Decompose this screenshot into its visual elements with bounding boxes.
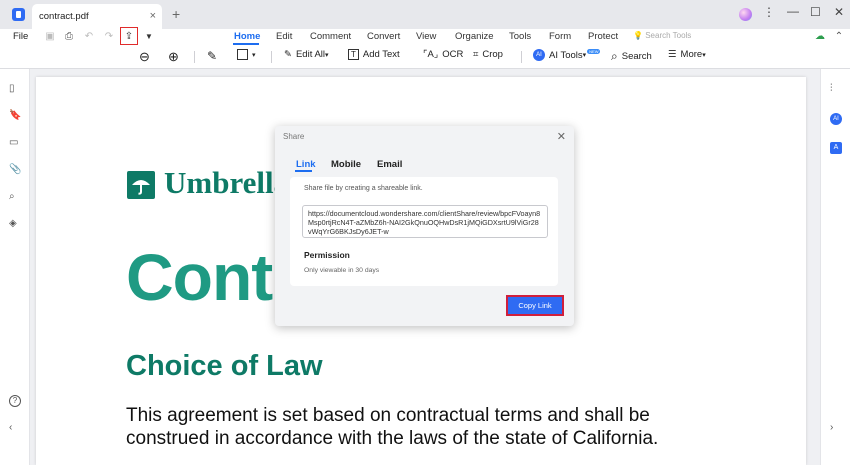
search-tools-input[interactable]: 💡 Search Tools (633, 31, 691, 40)
zoom-out-icon[interactable]: ⊖ (139, 49, 150, 65)
search-icon[interactable]: ⌕ (9, 191, 21, 203)
lightbulb-icon: 💡 (633, 31, 643, 40)
layers-icon[interactable]: ◈ (9, 218, 21, 230)
more-menu-icon: ☰ (668, 49, 677, 60)
translate-icon[interactable]: A (830, 142, 842, 154)
add-text-button[interactable]: T Add Text (348, 49, 400, 60)
cloud-sync-icon[interactable]: ☁ (813, 29, 827, 43)
ai-icon: AI (533, 49, 545, 61)
company-logo-text: Umbrella (164, 165, 290, 200)
page-thumbnail-icon[interactable]: ▯ (9, 83, 21, 95)
umbrella-logo-icon (127, 171, 155, 199)
edit-all-button[interactable]: ✎ Edit All ▾ (284, 49, 329, 60)
permission-title: Permission (304, 250, 350, 260)
ribbon-toolbar: ⊖ ⊕ ✎ ▾ ✎ Edit All ▾ T Add Text ⌜A⌟ OCR … (0, 45, 850, 69)
ai-assistant-icon[interactable]: AI (830, 113, 842, 125)
tab-link[interactable]: Link (296, 159, 316, 170)
more-label: More (680, 49, 703, 60)
tab-convert[interactable]: Convert (367, 31, 400, 42)
tab-view[interactable]: View (416, 31, 436, 42)
ocr-label: OCR (442, 49, 464, 60)
zoom-in-icon[interactable]: ⊕ (168, 49, 179, 65)
tab-organize[interactable]: Organize (455, 31, 494, 42)
undo-icon[interactable]: ↶ (82, 29, 96, 43)
permission-note: Only viewable in 30 days (304, 267, 380, 274)
options-menu-icon[interactable]: ⋮ (763, 5, 775, 19)
share-highlight-box (120, 27, 138, 45)
redo-icon[interactable]: ↷ (102, 29, 116, 43)
crop-icon: ⌗ (473, 49, 479, 60)
add-text-label: Add Text (362, 49, 400, 60)
ocr-scan-icon: ⌜A⌟ (423, 49, 439, 60)
toolbar-divider (521, 51, 522, 63)
tab-edit[interactable]: Edit (276, 31, 292, 42)
share-link-field[interactable]: https://documentcloud.wondershare.com/cl… (302, 205, 548, 238)
tab-home[interactable]: Home (234, 31, 260, 42)
close-icon[interactable]: ✕ (557, 130, 566, 143)
body-paragraph: This agreement is set based on contractu… (126, 405, 659, 449)
close-window-button[interactable]: ✕ (834, 5, 844, 19)
comment-icon[interactable]: ▭ (9, 137, 21, 149)
search-label: Search (621, 51, 652, 62)
tab-tools[interactable]: Tools (509, 31, 531, 42)
crop-label: Crop (482, 49, 503, 60)
maximize-button[interactable]: ☐ (810, 5, 821, 19)
tab-comment[interactable]: Comment (310, 31, 351, 42)
chevron-down-icon: ▾ (702, 51, 706, 59)
document-tab[interactable]: contract.pdf × (32, 4, 162, 29)
share-dialog: Share ✕ Link Mobile Email Share file by … (275, 126, 574, 326)
active-tab-indicator (295, 170, 312, 172)
avatar[interactable] (739, 8, 752, 21)
print-icon[interactable]: ⎙ (62, 29, 76, 43)
chevron-down-icon: ▾ (252, 51, 256, 59)
copy-link-button[interactable]: Copy Link (506, 295, 564, 316)
customize-quick-access-icon[interactable]: ▼ (142, 29, 156, 43)
highlight-icon[interactable]: ✎ (207, 49, 217, 63)
edit-pen-icon: ✎ (284, 49, 292, 60)
bookmark-icon[interactable]: 🔖 (9, 110, 21, 122)
collapse-ribbon-icon[interactable]: ⌃ (832, 29, 846, 43)
tab-mobile[interactable]: Mobile (331, 159, 361, 170)
right-sidebar: ⫶ AI A › (820, 69, 850, 465)
share-description: Share file by creating a shareable link. (304, 185, 423, 192)
tab-protect[interactable]: Protect (588, 31, 618, 42)
ocr-button[interactable]: ⌜A⌟ OCR (423, 49, 463, 60)
edit-all-label: Edit All (295, 49, 326, 60)
section-heading: Choice of Law (126, 350, 323, 382)
more-button[interactable]: ☰ More ▾ (668, 49, 706, 60)
help-icon[interactable]: ? (9, 395, 21, 407)
chevron-down-icon: ▾ (582, 52, 587, 59)
save-icon[interactable]: ▣ (43, 29, 57, 43)
new-badge-icon: NEW (587, 48, 601, 54)
ai-tools-button[interactable]: AI AI Tools ▾ NEW (533, 48, 601, 61)
app-logo-icon (12, 8, 25, 21)
properties-icon[interactable]: ⫶ (830, 83, 842, 95)
collapse-left-icon[interactable]: ‹ (9, 422, 21, 434)
toolbar-divider (194, 51, 195, 63)
left-sidebar: ▯ 🔖 ▭ 📎 ⌕ ◈ ? ‹ (0, 69, 30, 465)
shape-tool[interactable]: ▾ (237, 49, 256, 60)
search-icon: ⌕ (611, 49, 618, 63)
search-tools-placeholder: Search Tools (645, 31, 692, 40)
text-box-icon: T (348, 49, 359, 60)
search-button[interactable]: ⌕ Search (611, 49, 652, 64)
new-tab-button[interactable]: + (172, 6, 180, 22)
title-bar: contract.pdf × + ⋮ — ☐ ✕ (0, 0, 850, 29)
document-tab-label: contract.pdf (39, 11, 89, 22)
dialog-title: Share (283, 132, 305, 141)
rectangle-icon (237, 49, 248, 60)
share-link-panel: Share file by creating a shareable link.… (290, 177, 558, 286)
chevron-down-icon: ▾ (325, 51, 329, 59)
attachment-icon[interactable]: 📎 (9, 164, 21, 176)
ai-tools-label: AI Tools (549, 49, 583, 61)
tab-form[interactable]: Form (549, 31, 571, 42)
collapse-right-icon[interactable]: › (830, 422, 842, 434)
tab-email[interactable]: Email (377, 159, 402, 170)
toolbar-divider (271, 51, 272, 63)
close-tab-icon[interactable]: × (150, 10, 156, 22)
minimize-button[interactable]: — (787, 4, 799, 18)
file-menu[interactable]: File (13, 31, 28, 42)
crop-button[interactable]: ⌗ Crop (473, 49, 503, 60)
